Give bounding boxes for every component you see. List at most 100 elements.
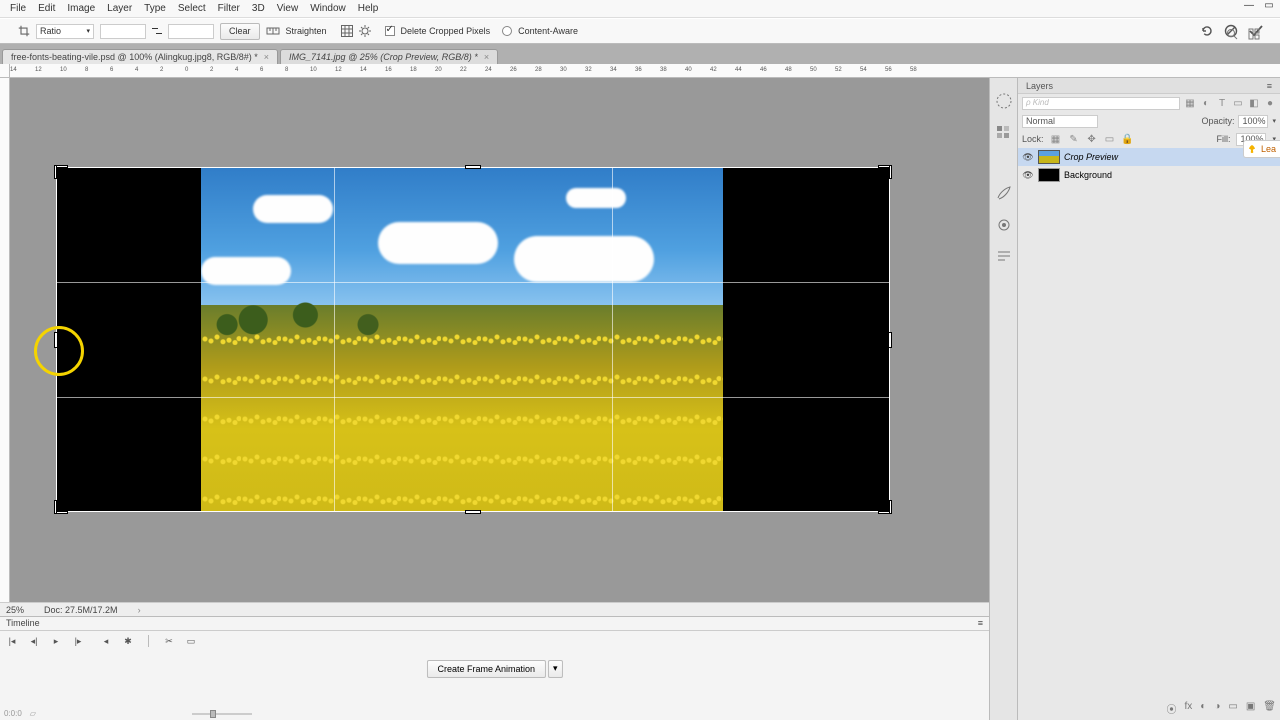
lock-transparent-icon[interactable]: ▦ [1050, 133, 1062, 145]
audio-icon[interactable]: ✱ [122, 635, 134, 647]
crop-handle-tl[interactable] [54, 165, 68, 179]
new-layer-icon[interactable]: ▣ [1246, 701, 1255, 716]
image-content [201, 167, 723, 512]
lock-image-icon[interactable]: ✎ [1068, 133, 1080, 145]
content-aware-radio[interactable] [502, 26, 512, 36]
menu-layer[interactable]: Layer [101, 3, 138, 14]
filter-type-icon[interactable]: T [1216, 97, 1228, 109]
create-frame-animation-dropdown[interactable]: ▾ [548, 660, 563, 678]
layer-thumbnail [1038, 168, 1060, 182]
layer-row[interactable]: 👁 Crop Preview [1018, 148, 1280, 166]
crop-document[interactable] [56, 167, 890, 512]
status-arrow-icon[interactable]: › [138, 605, 141, 615]
crop-handle-tr[interactable] [878, 165, 892, 179]
menu-view[interactable]: View [271, 3, 305, 14]
menu-filter[interactable]: Filter [212, 3, 246, 14]
layer-thumbnail [1038, 150, 1060, 164]
workspace: 25% Doc: 27.5M/17.2M › Timeline ≡ |◂ ◂| … [0, 78, 1280, 720]
visibility-eye-icon[interactable]: 👁 [1022, 152, 1034, 163]
group-icon[interactable]: ▭ [1228, 701, 1237, 716]
lock-position-icon[interactable]: ✥ [1086, 133, 1098, 145]
menu-edit[interactable]: Edit [32, 3, 61, 14]
crop-handle-left[interactable] [54, 332, 58, 348]
layer-mask-icon[interactable]: ◐ [1200, 701, 1206, 716]
document-tab[interactable]: free-fonts-beating-vile.psd @ 100% (Alin… [2, 49, 278, 64]
layer-fx-icon[interactable]: fx [1185, 701, 1193, 716]
trash-icon[interactable]: 🗑 [1263, 701, 1276, 716]
overlay-grid-icon[interactable] [341, 25, 353, 37]
filter-adjust-icon[interactable]: ◐ [1200, 97, 1212, 109]
timeline-controls: |◂ ◂| ▸ |▸ ◂ ✱ ✂ ▭ [0, 631, 989, 651]
crop-handle-top[interactable] [465, 165, 481, 169]
opacity-dropdown-icon[interactable]: ▾ [1272, 117, 1276, 125]
layer-name[interactable]: Crop Preview [1064, 152, 1118, 162]
window-minimize-icon[interactable]: — [1242, 0, 1256, 11]
document-tab-active[interactable]: IMG_7141.jpg @ 25% (Crop Preview, RGB/8)… [280, 49, 498, 64]
brush-panel-icon[interactable] [995, 184, 1013, 202]
menu-type[interactable]: Type [138, 3, 172, 14]
crop-height-input[interactable] [168, 24, 214, 39]
crop-handle-br[interactable] [878, 500, 892, 514]
split-clip-icon[interactable]: ✂ [163, 635, 175, 647]
learn-panel-tab[interactable]: Lea [1243, 140, 1280, 158]
straighten-icon[interactable] [266, 25, 280, 37]
paragraph-panel-icon[interactable] [995, 248, 1013, 266]
brush-settings-panel-icon[interactable] [995, 216, 1013, 234]
menu-file[interactable]: File [4, 3, 32, 14]
swap-dimensions-icon[interactable] [152, 26, 162, 36]
transition-icon[interactable]: ▭ [185, 635, 197, 647]
document-tabs: free-fonts-beating-vile.psd @ 100% (Alin… [0, 44, 1280, 64]
layer-filter-kind[interactable]: ρ Kind [1022, 97, 1180, 110]
crop-handle-right[interactable] [888, 332, 892, 348]
blend-mode-select[interactable]: Normal [1022, 115, 1098, 128]
menu-select[interactable]: Select [172, 3, 212, 14]
crop-width-input[interactable] [100, 24, 146, 39]
filter-pixel-icon[interactable]: ▦ [1184, 97, 1196, 109]
next-frame-icon[interactable]: |▸ [72, 635, 84, 647]
timeline-zoom-slider[interactable] [192, 713, 252, 715]
zoom-level[interactable]: 25% [6, 605, 24, 615]
menu-help[interactable]: Help [352, 3, 385, 14]
panel-menu-icon[interactable]: ≡ [1267, 81, 1272, 91]
filter-smart-icon[interactable]: ◧ [1248, 97, 1260, 109]
straighten-label[interactable]: Straighten [286, 26, 327, 36]
layer-row[interactable]: 👁 Background [1018, 166, 1280, 184]
prev-keyframe-icon[interactable]: ◂ [100, 635, 112, 647]
filter-toggle-icon[interactable]: ● [1264, 97, 1276, 109]
prev-frame-icon[interactable]: ◂| [28, 635, 40, 647]
go-first-frame-icon[interactable]: |◂ [6, 635, 18, 647]
timeline-convert-icon[interactable]: ▱ [30, 709, 36, 718]
canvas[interactable] [10, 78, 989, 602]
crop-tool-icon [18, 25, 30, 37]
delete-cropped-checkbox[interactable] [385, 26, 395, 36]
timeline-menu-icon[interactable]: ≡ [978, 618, 983, 629]
color-panel-icon[interactable] [995, 92, 1013, 110]
lock-all-icon[interactable]: 🔒 [1122, 133, 1134, 145]
close-tab-icon[interactable]: × [484, 52, 489, 62]
search-icon[interactable] [1226, 28, 1238, 40]
adjustment-layer-icon[interactable]: ◑ [1214, 701, 1220, 716]
close-tab-icon[interactable]: × [264, 52, 269, 62]
menu-image[interactable]: Image [61, 3, 101, 14]
lock-artboard-icon[interactable]: ▭ [1104, 133, 1116, 145]
reset-crop-icon[interactable] [1200, 24, 1214, 38]
link-layers-icon[interactable]: ⦿ [1167, 701, 1177, 716]
crop-settings-icon[interactable] [359, 25, 371, 37]
opacity-input[interactable]: 100% [1238, 115, 1268, 128]
menu-window[interactable]: Window [304, 3, 352, 14]
window-restore-icon[interactable]: ▭ [1262, 0, 1276, 11]
clear-button[interactable]: Clear [220, 23, 260, 40]
play-icon[interactable]: ▸ [50, 635, 62, 647]
swatches-panel-icon[interactable] [995, 124, 1013, 142]
layers-tab[interactable]: Layers [1026, 81, 1053, 91]
layer-name[interactable]: Background [1064, 170, 1112, 180]
timeline-tab[interactable]: Timeline [6, 618, 40, 629]
workspace-switcher-icon[interactable] [1248, 28, 1260, 40]
crop-handle-bottom[interactable] [465, 510, 481, 514]
crop-handle-bl[interactable] [54, 500, 68, 514]
create-frame-animation-button[interactable]: Create Frame Animation [426, 660, 546, 678]
menu-3d[interactable]: 3D [246, 3, 271, 14]
aspect-ratio-select[interactable]: Ratio▾ [36, 24, 94, 39]
filter-shape-icon[interactable]: ▭ [1232, 97, 1244, 109]
visibility-eye-icon[interactable]: 👁 [1022, 170, 1034, 181]
